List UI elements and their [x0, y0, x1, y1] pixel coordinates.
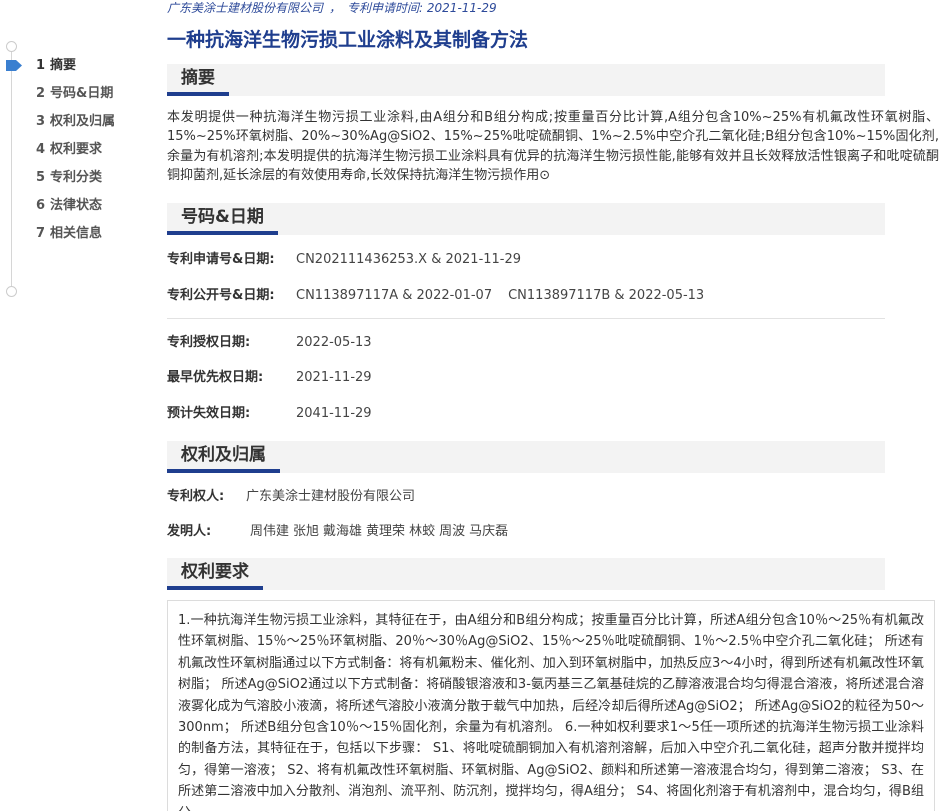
- inventors-row: 发明人: 周伟建 张旭 戴海雄 黄理荣 林蛟 周波 马庆磊: [167, 523, 512, 541]
- priority-date-value: 2021-11-29: [296, 370, 372, 385]
- section-divider: [167, 318, 885, 319]
- nav-item-numbers-dates[interactable]: 2 号码&日期: [36, 85, 115, 113]
- application-number-label: 专利申请号&日期:: [167, 252, 275, 267]
- expiry-date-label: 预计失效日期:: [167, 406, 251, 421]
- patentee-label: 专利权人:: [167, 489, 225, 504]
- claims-section-header: 权利要求: [167, 558, 885, 590]
- publication-number-row: 专利公开号&日期: CN113897117A & 2022-01-07 CN1138…: [167, 287, 704, 305]
- abstract-heading: 摘要: [167, 64, 229, 96]
- nav-item-classification[interactable]: 5 专利分类: [36, 169, 115, 197]
- nav-item-number: 1: [36, 58, 46, 73]
- nav-end-circle-icon: [6, 286, 17, 297]
- nav-item-label: 号码&日期: [50, 86, 114, 101]
- nav-item-number: 7: [36, 226, 46, 241]
- section-nav: 1 摘要 2 号码&日期 3 权利及归属 4 权利要求 5 专利分类 6 法律状态 7 相关信…: [0, 38, 150, 298]
- expiry-date-value: 2041-11-29: [296, 406, 372, 421]
- rights-section-header: 权利及归属: [167, 441, 885, 473]
- application-date: 2021-11-29: [426, 1, 497, 15]
- numbers-section-header: 号码&日期: [167, 203, 885, 235]
- inventor-link[interactable]: 周伟建: [250, 524, 289, 539]
- grant-date-label: 专利授权日期:: [167, 335, 251, 350]
- nav-item-number: 2: [36, 86, 46, 101]
- nav-rail: [11, 46, 12, 290]
- rights-heading: 权利及归属: [167, 441, 280, 473]
- patent-meta: 广东美涂士建材股份有限公司 ， 专利申请时间: 2021-11-29: [167, 0, 497, 16]
- inventor-link[interactable]: 周波: [439, 524, 465, 539]
- claims-text: 1.一种抗海洋生物污损工业涂料，其特征在于，由A组分和B组分构成；按重量百分比计…: [167, 600, 935, 811]
- nav-item-rights-ownership[interactable]: 3 权利及归属: [36, 113, 115, 141]
- priority-date-row: 最早优先权日期: 2021-11-29: [167, 369, 372, 387]
- application-date-label: 专利申请时间:: [347, 1, 424, 15]
- patent-title: 一种抗海洋生物污损工业涂料及其制备方法: [167, 29, 529, 51]
- expiry-date-row: 预计失效日期: 2041-11-29: [167, 405, 372, 423]
- application-number-value: CN202111436253.X & 2021-11-29: [296, 252, 522, 267]
- nav-item-label: 法律状态: [50, 198, 103, 213]
- priority-date-label: 最早优先权日期:: [167, 370, 264, 385]
- nav-item-label: 专利分类: [50, 170, 103, 185]
- patentee-link[interactable]: 广东美涂士建材股份有限公司: [246, 489, 415, 504]
- application-number-row: 专利申请号&日期: CN202111436253.X & 2021-11-29: [167, 251, 521, 269]
- nav-item-abstract[interactable]: 1 摘要: [36, 57, 115, 85]
- claims-heading: 权利要求: [167, 558, 263, 590]
- abstract-text: 本发明提供一种抗海洋生物污损工业涂料,由A组分和B组分构成;按重量百分比计算,A…: [167, 110, 939, 184]
- inventor-link[interactable]: 黄理荣: [366, 524, 405, 539]
- inventor-link[interactable]: 戴海雄: [323, 524, 362, 539]
- abstract-section-header: 摘要: [167, 64, 885, 96]
- inventor-link[interactable]: 林蛟: [409, 524, 435, 539]
- publication-number-value-2: CN113897117B & 2022-05-13: [508, 288, 705, 303]
- nav-item-claims[interactable]: 4 权利要求: [36, 141, 115, 169]
- nav-item-label: 权利及归属: [50, 114, 116, 129]
- nav-item-label: 权利要求: [50, 142, 103, 157]
- patentee-row: 专利权人: 广东美涂士建材股份有限公司: [167, 488, 415, 506]
- nav-item-label: 摘要: [50, 58, 77, 73]
- inventors-label: 发明人:: [167, 524, 212, 539]
- nav-item-related-info[interactable]: 7 相关信息: [36, 225, 115, 253]
- nav-item-number: 4: [36, 142, 46, 157]
- publication-number-label: 专利公开号&日期:: [167, 288, 275, 303]
- nav-item-legal-status[interactable]: 6 法律状态: [36, 197, 115, 225]
- nav-list: 1 摘要 2 号码&日期 3 权利及归属 4 权利要求 5 专利分类 6 法律状态 7 相关信…: [36, 57, 115, 253]
- nav-item-number: 6: [36, 198, 46, 213]
- inventor-link[interactable]: 马庆磊: [469, 524, 508, 539]
- meta-separator: ，: [329, 1, 342, 15]
- inventor-link[interactable]: 张旭: [293, 524, 319, 539]
- nav-item-label: 相关信息: [50, 226, 103, 241]
- nav-item-number: 3: [36, 114, 46, 129]
- grant-date-row: 专利授权日期: 2022-05-13: [167, 334, 372, 352]
- nav-item-number: 5: [36, 170, 46, 185]
- applicant-name: 广东美涂士建材股份有限公司: [167, 1, 324, 15]
- current-section-marker-icon: [6, 60, 22, 71]
- grant-date-value: 2022-05-13: [296, 335, 372, 350]
- numbers-heading: 号码&日期: [167, 203, 278, 235]
- publication-number-value-1: CN113897117A & 2022-01-07: [296, 288, 493, 303]
- nav-start-circle-icon: [6, 41, 17, 52]
